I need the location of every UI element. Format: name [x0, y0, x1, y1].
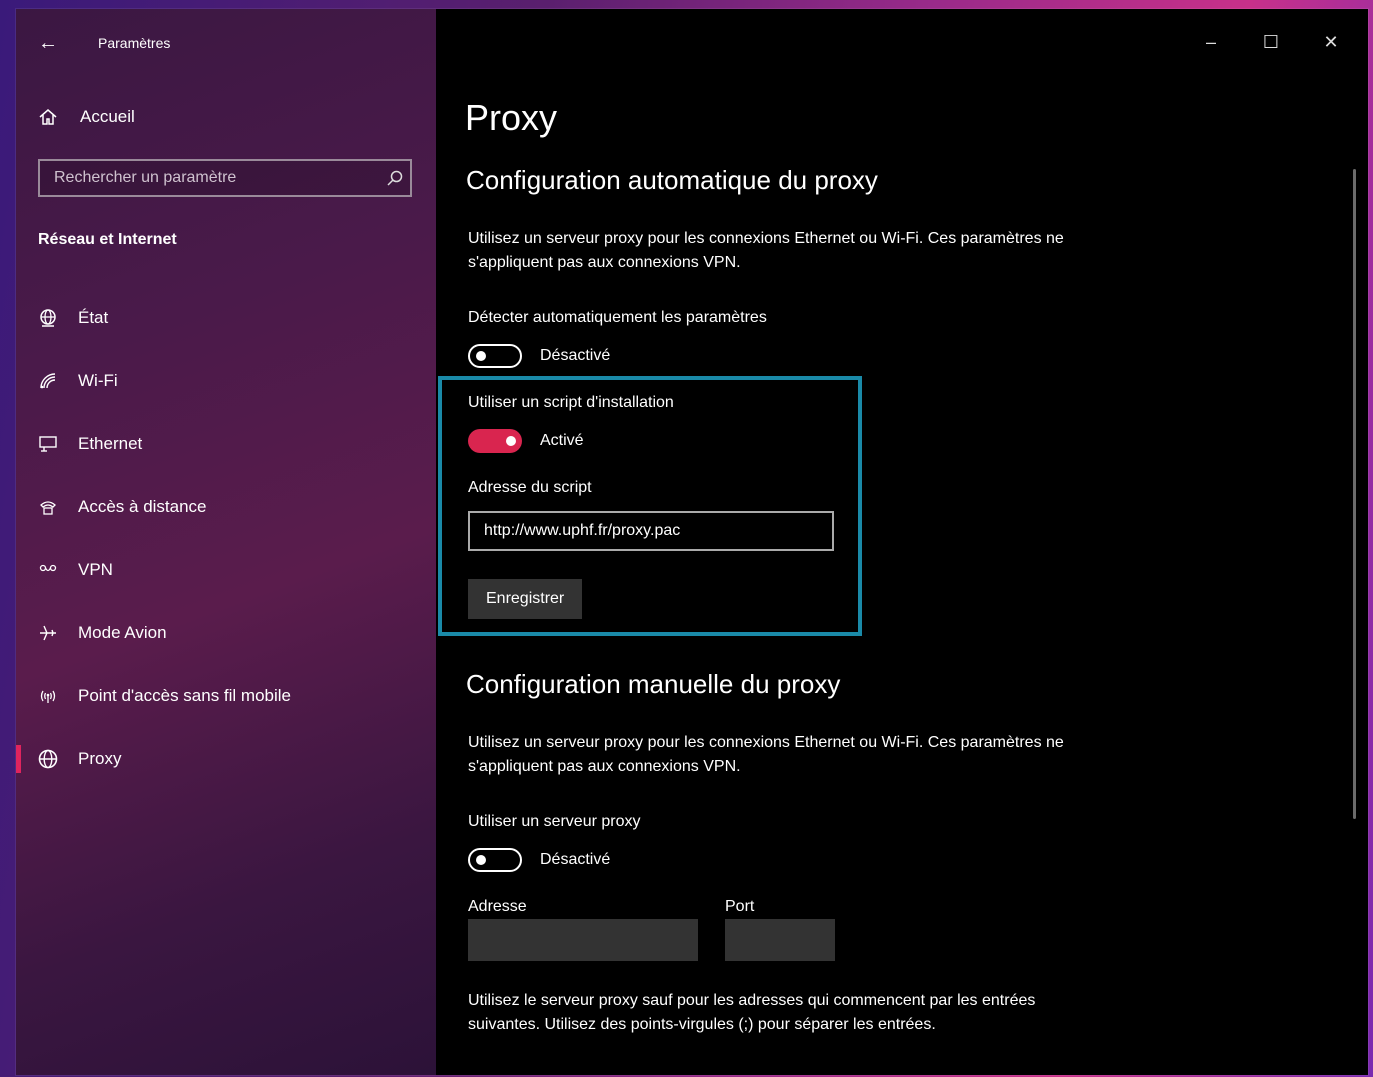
minimize-button[interactable]: –: [1188, 27, 1234, 57]
detect-settings-label: Détecter automatiquement les paramètres: [468, 309, 767, 326]
settings-window: ← Paramètres Accueil Réseau et Internet …: [16, 9, 1368, 1075]
auto-config-description: Utilisez un serveur proxy pour les conne…: [468, 230, 1064, 271]
airplane-icon: [36, 621, 60, 645]
dialup-icon: [36, 495, 60, 519]
maximize-button[interactable]: ☐: [1248, 27, 1294, 57]
sidebar-item-label: VPN: [78, 559, 113, 579]
use-proxy-row: Désactivé: [468, 847, 610, 873]
sidebar-item-proxy[interactable]: Proxy: [16, 727, 436, 790]
use-proxy-label: Utiliser un serveur proxy: [468, 813, 641, 830]
sidebar-home[interactable]: Accueil: [36, 105, 135, 129]
sidebar-item-label: Ethernet: [78, 433, 143, 453]
save-button[interactable]: Enregistrer: [468, 579, 583, 619]
auto-config-heading: Configuration automatique du proxy: [466, 165, 878, 195]
main-content: – ☐ ✕ Proxy Configuration automatique du…: [436, 9, 1368, 1075]
setup-script-toggle[interactable]: [468, 429, 522, 453]
hotspot-icon: [36, 684, 60, 708]
vpn-icon: [36, 558, 60, 582]
sidebar-nav: État Wi-Fi Ethernet Accès à distance VPN…: [16, 286, 436, 790]
sidebar-item-vpn[interactable]: VPN: [16, 538, 436, 601]
setup-script-state: Activé: [540, 432, 584, 449]
manual-config-heading: Configuration manuelle du proxy: [466, 669, 841, 699]
sidebar-item-etat[interactable]: État: [16, 286, 436, 349]
script-address-label: Adresse du script: [468, 479, 592, 496]
setup-script-label: Utiliser un script d'installation: [468, 394, 674, 411]
detect-settings-toggle[interactable]: [468, 344, 522, 368]
wifi-icon: [36, 369, 60, 393]
sidebar-item-acces-distance[interactable]: Accès à distance: [16, 475, 436, 538]
sidebar-item-label: État: [78, 307, 109, 327]
scrollbar[interactable]: [1353, 169, 1356, 819]
back-arrow-icon[interactable]: ←: [36, 31, 60, 55]
search-icon[interactable]: [380, 169, 410, 187]
setup-script-row: Activé: [468, 428, 584, 454]
proxy-port-input[interactable]: [725, 919, 835, 961]
home-icon: [36, 105, 60, 129]
detect-settings-state: Désactivé: [540, 347, 611, 364]
use-proxy-state: Désactivé: [540, 851, 611, 868]
detect-settings-row: Désactivé: [468, 343, 610, 369]
sidebar-item-mode-avion[interactable]: Mode Avion: [16, 601, 436, 664]
sidebar-item-hotspot[interactable]: Point d'accès sans fil mobile: [16, 664, 436, 727]
ethernet-icon: [36, 432, 60, 456]
sidebar-item-label: Point d'accès sans fil mobile: [78, 685, 292, 705]
use-proxy-toggle[interactable]: [468, 848, 522, 872]
proxy-port-label: Port: [725, 898, 755, 915]
page-title: Proxy: [465, 97, 558, 138]
section-title: Réseau et Internet: [38, 231, 177, 248]
sidebar-item-ethernet[interactable]: Ethernet: [16, 412, 436, 475]
app-title: Paramètres: [98, 35, 171, 51]
sidebar-item-wifi[interactable]: Wi-Fi: [16, 349, 436, 412]
search-input[interactable]: [40, 168, 380, 188]
manual-config-description: Utilisez un serveur proxy pour les conne…: [468, 734, 1064, 775]
globe-icon: [36, 747, 60, 771]
proxy-address-label: Adresse: [468, 898, 527, 915]
close-button[interactable]: ✕: [1308, 27, 1354, 57]
search-box[interactable]: [38, 159, 412, 197]
sidebar-item-label: Wi-Fi: [78, 370, 118, 390]
exceptions-description: Utilisez le serveur proxy sauf pour les …: [468, 992, 1036, 1033]
sidebar: ← Paramètres Accueil Réseau et Internet …: [16, 9, 436, 1075]
globe-status-icon: [36, 306, 60, 330]
sidebar-item-label: Mode Avion: [78, 622, 167, 642]
home-label: Accueil: [80, 107, 135, 126]
proxy-address-input[interactable]: [468, 919, 698, 961]
script-address-input[interactable]: [468, 511, 834, 551]
sidebar-item-label: Accès à distance: [78, 496, 207, 516]
sidebar-item-label: Proxy: [78, 748, 122, 768]
